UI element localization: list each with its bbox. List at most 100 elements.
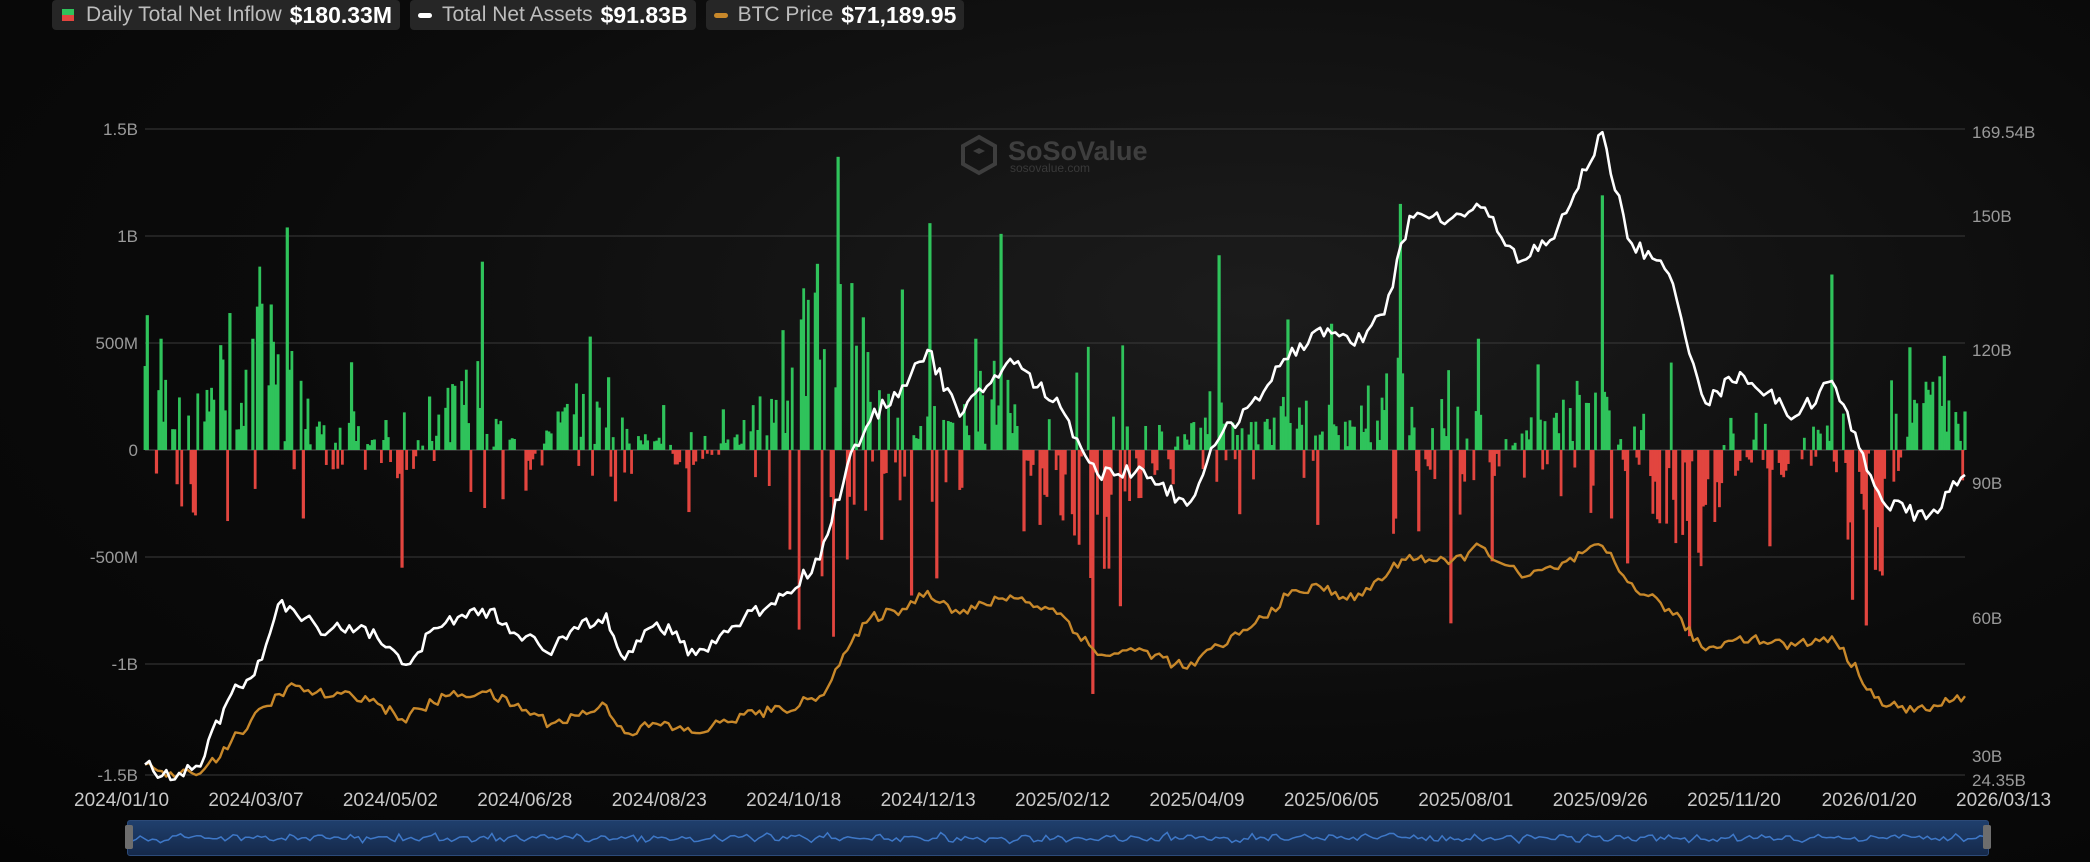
inflow-bar — [751, 405, 755, 450]
inflow-bar — [765, 435, 769, 450]
inflow-bar — [1883, 450, 1887, 479]
inflow-bar — [402, 412, 406, 450]
inflow-bar — [205, 389, 209, 450]
range-navigator[interactable] — [125, 820, 1991, 856]
navigator-left-handle[interactable] — [125, 825, 133, 849]
inflow-bar — [1814, 450, 1818, 457]
inflow-bar — [1256, 444, 1260, 450]
inflow-bar — [834, 387, 838, 450]
inflow-bar — [1619, 439, 1623, 450]
inflow-bar — [928, 223, 932, 450]
y-left-tick-label: 1.5B — [103, 120, 138, 139]
inflow-bar — [894, 450, 897, 463]
inflow-bar — [1031, 450, 1035, 465]
inflow-bar — [1722, 445, 1726, 450]
inflow-bar — [1890, 380, 1893, 450]
inflow-bar — [1236, 435, 1239, 450]
inflow-bar — [887, 393, 891, 450]
inflow-bar — [467, 423, 471, 450]
inflow-bar — [813, 292, 817, 450]
inflow-bar — [726, 439, 730, 450]
inflow-bar — [611, 437, 615, 450]
inflow-bar — [432, 450, 436, 461]
inflow-bar — [1073, 450, 1076, 536]
inflow-bar — [839, 284, 842, 450]
y-left-tick-label: -500M — [90, 548, 138, 567]
x-tick-label: 2025/02/12 — [1015, 790, 1110, 811]
inflow-bar — [389, 450, 392, 463]
inflow-bar — [926, 416, 930, 450]
inflow-bar — [788, 450, 792, 550]
inflow-bar — [1288, 422, 1292, 450]
inflow-bar — [1447, 370, 1451, 450]
inflow-bar — [1155, 450, 1159, 471]
inflow-bar — [871, 450, 874, 462]
inflow-bar — [659, 443, 663, 450]
inflow-bar — [774, 399, 778, 450]
inflow-bar — [577, 450, 581, 466]
inflow-bar — [1770, 450, 1774, 470]
inflow-bar — [1169, 450, 1173, 470]
inflow-bar — [1947, 400, 1951, 450]
inflow-bar — [260, 303, 264, 450]
inflow-bar — [1963, 411, 1967, 450]
inflow-bar — [1433, 450, 1437, 480]
inflow-bar — [253, 450, 257, 489]
inflow-bar — [627, 443, 631, 450]
y-right-tick-label: 30B — [1972, 747, 2002, 766]
x-tick-label: 2025/09/26 — [1553, 790, 1648, 811]
inflow-bar — [1249, 422, 1253, 450]
inflow-bar — [1238, 450, 1242, 515]
inflow-bar — [347, 422, 351, 450]
x-tick-label: 2026/01/20 — [1822, 790, 1917, 811]
inflow-bar — [1215, 450, 1219, 482]
inflow-bar — [1848, 450, 1852, 523]
inflow-bar — [1144, 425, 1148, 450]
inflow-bar — [1539, 419, 1542, 450]
inflow-bar — [1731, 433, 1735, 450]
navigator-right-handle[interactable] — [1983, 825, 1991, 849]
inflow-bar — [1681, 450, 1685, 535]
inflow-bar — [1497, 450, 1501, 467]
inflow-bar — [1513, 442, 1517, 450]
inflow-bar — [299, 380, 303, 450]
inflow-bar — [1304, 400, 1308, 450]
inflow-bar — [1412, 427, 1416, 450]
inflow-bar — [379, 450, 383, 464]
inflow-bar — [549, 433, 553, 450]
inflow-bar — [662, 405, 666, 450]
inflow-bar — [1465, 438, 1469, 450]
inflow-bar — [1022, 450, 1026, 532]
inflow-bar — [143, 366, 147, 450]
inflow-bar — [180, 450, 184, 507]
inflow-bar — [604, 427, 608, 450]
inflow-bar — [157, 390, 161, 450]
inflow-bar — [469, 450, 473, 492]
inflow-bar — [758, 396, 762, 450]
etf-flows-chart[interactable]: SoSoValue sosovalue.com 1.5B 1B 500M 0 -500M… — [0, 0, 2090, 820]
inflow-bar — [194, 450, 197, 516]
inflow-bar — [164, 379, 168, 450]
inflow-bar — [1522, 450, 1526, 478]
y-right-tick-label: 60B — [1972, 609, 2002, 628]
inflow-bar — [767, 450, 771, 486]
inflow-bar — [967, 435, 971, 450]
inflow-bar — [499, 420, 503, 450]
inflow-bar — [868, 401, 872, 450]
inflow-bar — [1561, 399, 1565, 450]
inflow-bar — [797, 450, 801, 630]
inflow-bar — [308, 444, 312, 450]
inflow-bar — [689, 432, 693, 450]
inflow-bar — [1800, 450, 1804, 460]
x-tick-label: 2024/10/18 — [746, 790, 841, 811]
y-right-tick-label: 120B — [1972, 341, 2012, 360]
inflow-bar — [1112, 416, 1115, 450]
inflow-bar — [340, 450, 344, 465]
inflow-bar — [1224, 450, 1228, 461]
inflow-bar — [598, 407, 601, 450]
inflow-bar — [228, 313, 232, 450]
inflow-bar — [1479, 414, 1483, 450]
inflow-bar — [896, 417, 900, 450]
inflow-bar — [223, 410, 227, 450]
inflow-bar — [903, 450, 907, 477]
